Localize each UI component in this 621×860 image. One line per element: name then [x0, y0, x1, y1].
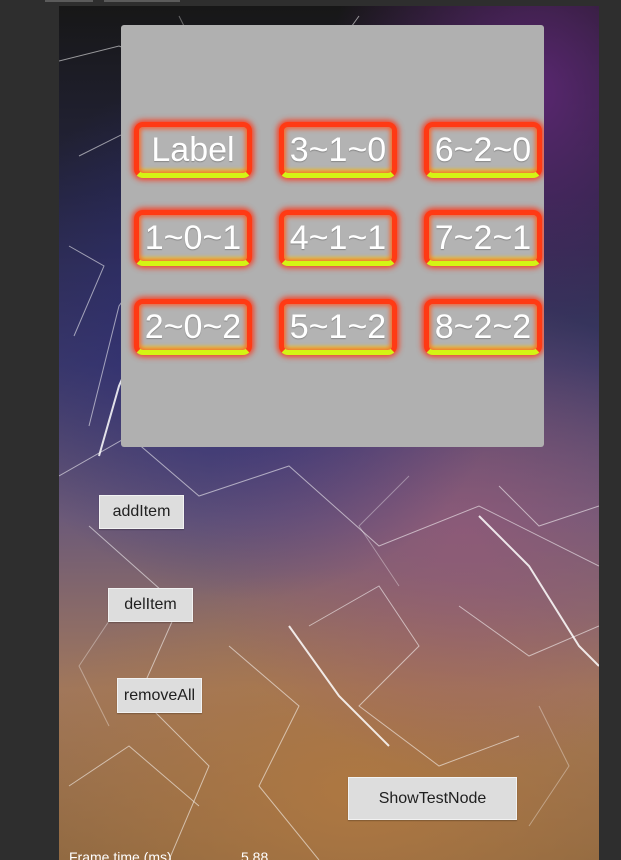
- grid-item[interactable]: 6~2~0: [424, 122, 542, 178]
- top-tab-1[interactable]: [45, 0, 93, 2]
- grid-item[interactable]: 2~0~2: [134, 299, 252, 355]
- grid-item[interactable]: 5~1~2: [279, 299, 397, 355]
- game-canvas[interactable]: Label 3~1~0 6~2~0 1~0~1 4~1~1 7~2~1 2~0~…: [59, 6, 599, 860]
- frame-time-value: 5.88: [241, 849, 269, 860]
- grid-item[interactable]: 1~0~1: [134, 210, 252, 266]
- frame-time-stat: Frame time (ms) 5.88: [69, 849, 268, 860]
- grid-item[interactable]: Label: [134, 122, 252, 178]
- grid-item[interactable]: 3~1~0: [279, 122, 397, 178]
- top-tab-2[interactable]: [104, 0, 180, 2]
- grid-item[interactable]: 8~2~2: [424, 299, 542, 355]
- show-test-node-button[interactable]: ShowTestNode: [348, 777, 517, 820]
- scroll-view-panel[interactable]: Label 3~1~0 6~2~0 1~0~1 4~1~1 7~2~1 2~0~…: [121, 25, 544, 447]
- grid-item[interactable]: 7~2~1: [424, 210, 542, 266]
- frame-time-label: Frame time (ms): [69, 849, 172, 860]
- add-item-button[interactable]: addItem: [99, 495, 184, 529]
- del-item-button[interactable]: delItem: [108, 588, 193, 622]
- remove-all-button[interactable]: removeAll: [117, 678, 202, 713]
- grid-item[interactable]: 4~1~1: [279, 210, 397, 266]
